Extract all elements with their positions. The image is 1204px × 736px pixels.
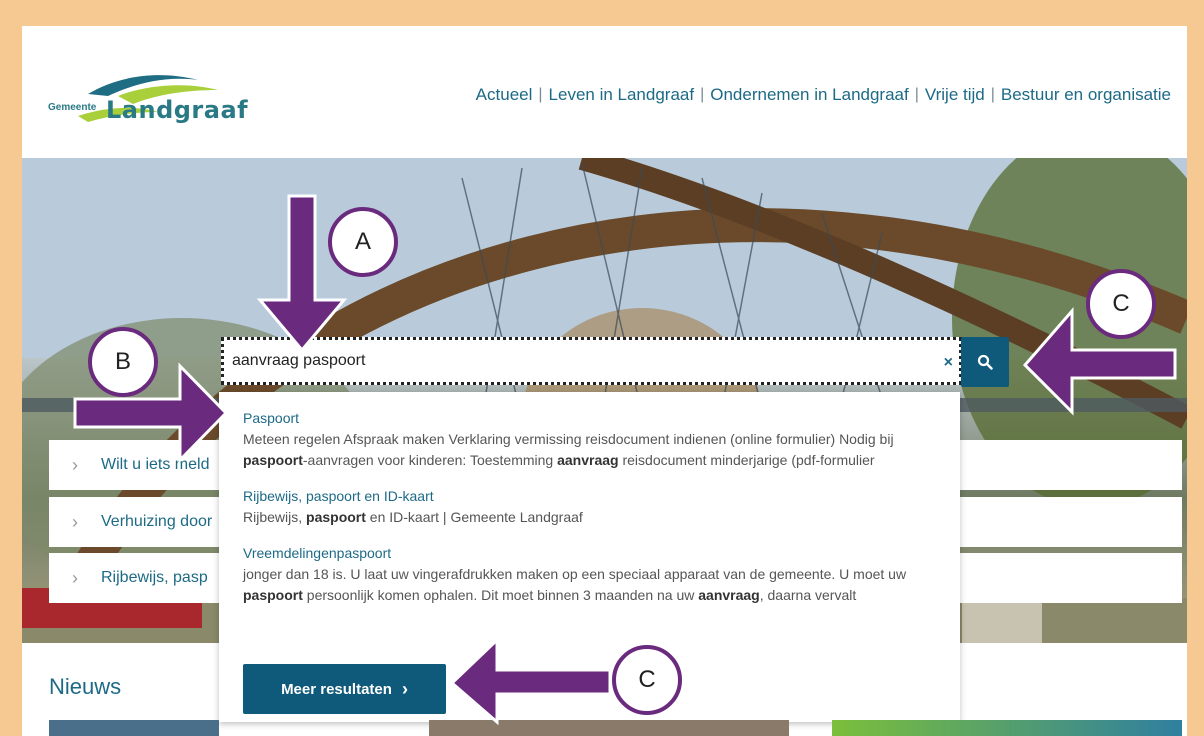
search-result[interactable]: Vreemdelingenpaspoort jonger dan 18 is. … xyxy=(243,543,936,606)
news-heading: Nieuws xyxy=(49,674,122,699)
nav-separator: | xyxy=(538,86,543,103)
annotation-badge: C xyxy=(1086,269,1156,339)
search-result[interactable]: Rijbewijs, paspoort en ID-kaart Rijbewij… xyxy=(243,486,936,528)
nav-item-ondernemen[interactable]: Ondernemen in Landgraaf xyxy=(710,85,908,105)
chevron-right-icon: › xyxy=(72,511,78,532)
nav-separator: | xyxy=(700,86,705,103)
news-card-image[interactable] xyxy=(49,720,219,736)
quick-link-label: Rijbewijs, pasp xyxy=(101,569,208,586)
result-title[interactable]: Vreemdelingenpaspoort xyxy=(243,543,936,564)
annotation-badge: A xyxy=(328,207,398,277)
nav-separator: | xyxy=(990,86,995,103)
search-input[interactable]: aanvraag paspoort × xyxy=(221,337,962,385)
result-description: Meteen regelen Afspraak maken Verklaring… xyxy=(243,431,894,468)
browser-page: Gemeente Landgraaf Actueel | Leven in La… xyxy=(22,26,1187,736)
nav-item-actueel[interactable]: Actueel xyxy=(476,85,533,105)
nav-item-vrije-tijd[interactable]: Vrije tijd xyxy=(925,85,985,105)
search-result[interactable]: Paspoort Meteen regelen Afspraak maken V… xyxy=(243,408,936,471)
more-results-button[interactable]: Meer resultaten › xyxy=(243,664,446,714)
nav-separator: | xyxy=(914,86,919,103)
result-title[interactable]: Paspoort xyxy=(243,408,936,429)
main-nav: Actueel | Leven in Landgraaf | Onderneme… xyxy=(476,85,1171,105)
quick-link-label: Wilt u iets meld xyxy=(101,456,210,473)
search-button[interactable] xyxy=(961,337,1009,387)
news-card-image[interactable] xyxy=(429,720,789,736)
annotation-badge: C xyxy=(612,645,682,715)
news-card-image[interactable] xyxy=(832,720,1182,736)
chevron-right-icon: › xyxy=(401,678,408,699)
nav-item-leven[interactable]: Leven in Landgraaf xyxy=(549,85,695,105)
clear-search-icon[interactable]: × xyxy=(944,354,953,372)
logo-prefix: Gemeente xyxy=(48,102,97,113)
result-title[interactable]: Rijbewijs, paspoort en ID-kaart xyxy=(243,486,936,507)
more-results-label: Meer resultaten xyxy=(281,680,392,698)
chevron-right-icon: › xyxy=(72,567,78,588)
search-icon xyxy=(977,354,993,370)
search-suggestions: Paspoort Meteen regelen Afspraak maken V… xyxy=(219,392,960,722)
nav-item-bestuur[interactable]: Bestuur en organisatie xyxy=(1001,85,1171,105)
chevron-right-icon: › xyxy=(72,454,78,475)
quick-link-label: Verhuizing door xyxy=(101,513,213,530)
news-cards xyxy=(49,720,1182,736)
municipality-logo[interactable]: Gemeente Landgraaf xyxy=(48,66,248,136)
logo-name: Landgraaf xyxy=(106,96,249,124)
result-description: Rijbewijs, paspoort en ID-kaart | Gemeen… xyxy=(243,509,583,525)
annotation-badge: B xyxy=(88,327,158,397)
search-query: aanvraag paspoort xyxy=(232,352,366,369)
result-description: jonger dan 18 is. U laat uw vingerafdruk… xyxy=(243,566,907,603)
